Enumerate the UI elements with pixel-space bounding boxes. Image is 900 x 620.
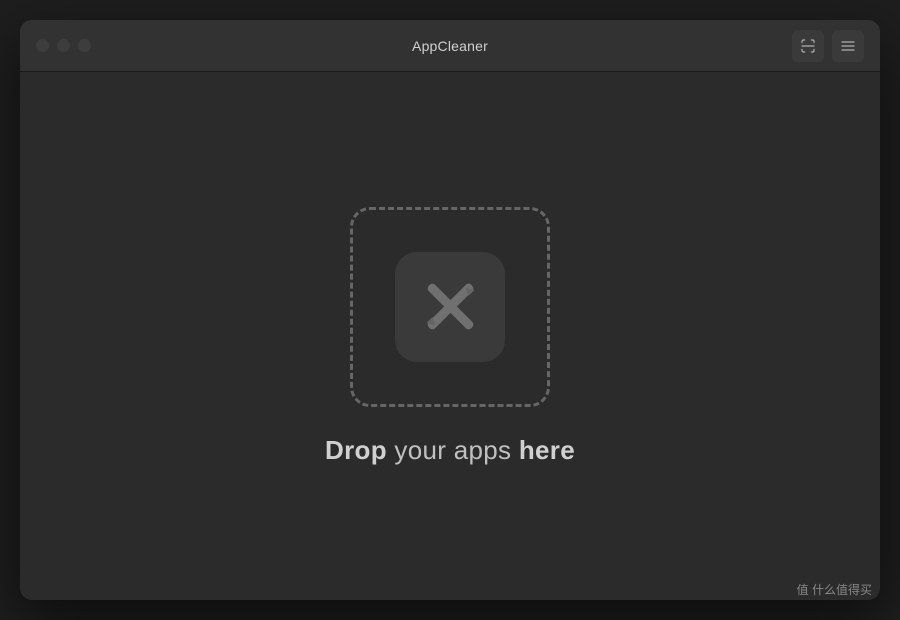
window-title: AppCleaner (412, 38, 488, 54)
app-icon-container (395, 252, 505, 362)
drop-text-here: here (519, 435, 575, 465)
app-store-icon (413, 269, 488, 344)
drop-text-drop: Drop (325, 435, 387, 465)
titlebar: AppCleaner (20, 20, 880, 72)
toolbar-buttons (792, 30, 864, 62)
app-window: AppCleaner (20, 20, 880, 600)
drop-text: Drop your apps here (325, 435, 575, 466)
drop-zone[interactable] (350, 207, 550, 407)
minimize-button[interactable] (57, 39, 70, 52)
scan-icon (800, 38, 816, 54)
traffic-lights (36, 39, 91, 52)
scan-button[interactable] (792, 30, 824, 62)
maximize-button[interactable] (78, 39, 91, 52)
main-content: Drop your apps here (20, 72, 880, 600)
menu-icon (840, 38, 856, 54)
close-button[interactable] (36, 39, 49, 52)
watermark: 值 什么值得买 (797, 581, 872, 598)
menu-button[interactable] (832, 30, 864, 62)
